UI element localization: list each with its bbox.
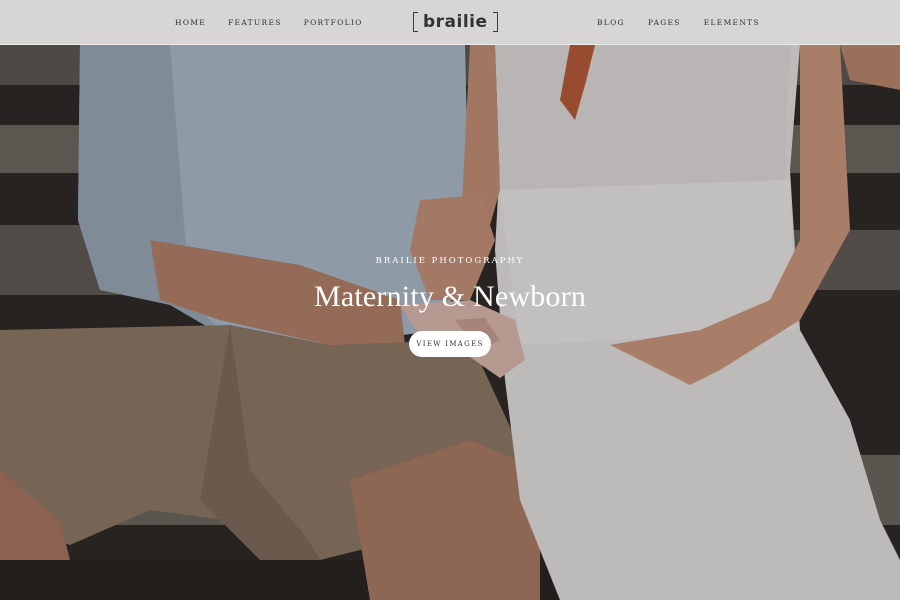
nav-portfolio-link[interactable]: Portfolio [304,18,363,27]
nav-features-link[interactable]: Features [228,18,282,27]
logo-text: brailie [423,12,488,32]
nav-home-link[interactable]: Home [175,18,206,27]
nav-pages-link[interactable]: Pages [648,18,681,27]
view-images-button[interactable]: View Images [409,331,491,357]
hero-title: Maternity & Newborn [313,280,587,313]
nav-blog-link[interactable]: Blog [597,18,625,27]
hero-kicker: Brailie Photography [375,256,525,266]
hero-section: Brailie Photography Maternity & Newborn … [0,0,900,600]
nav-elements-link[interactable]: Elements [704,18,760,27]
site-logo[interactable]: brailie [413,9,498,35]
logo-bracket-right [492,12,498,32]
hero-content: Brailie Photography Maternity & Newborn … [0,256,900,357]
top-navbar: Home Features Portfolio brailie Blog Pag… [0,0,900,45]
nav-left-group: Home Features Portfolio [175,0,385,45]
nav-right-group: Blog Pages Elements [597,0,783,45]
